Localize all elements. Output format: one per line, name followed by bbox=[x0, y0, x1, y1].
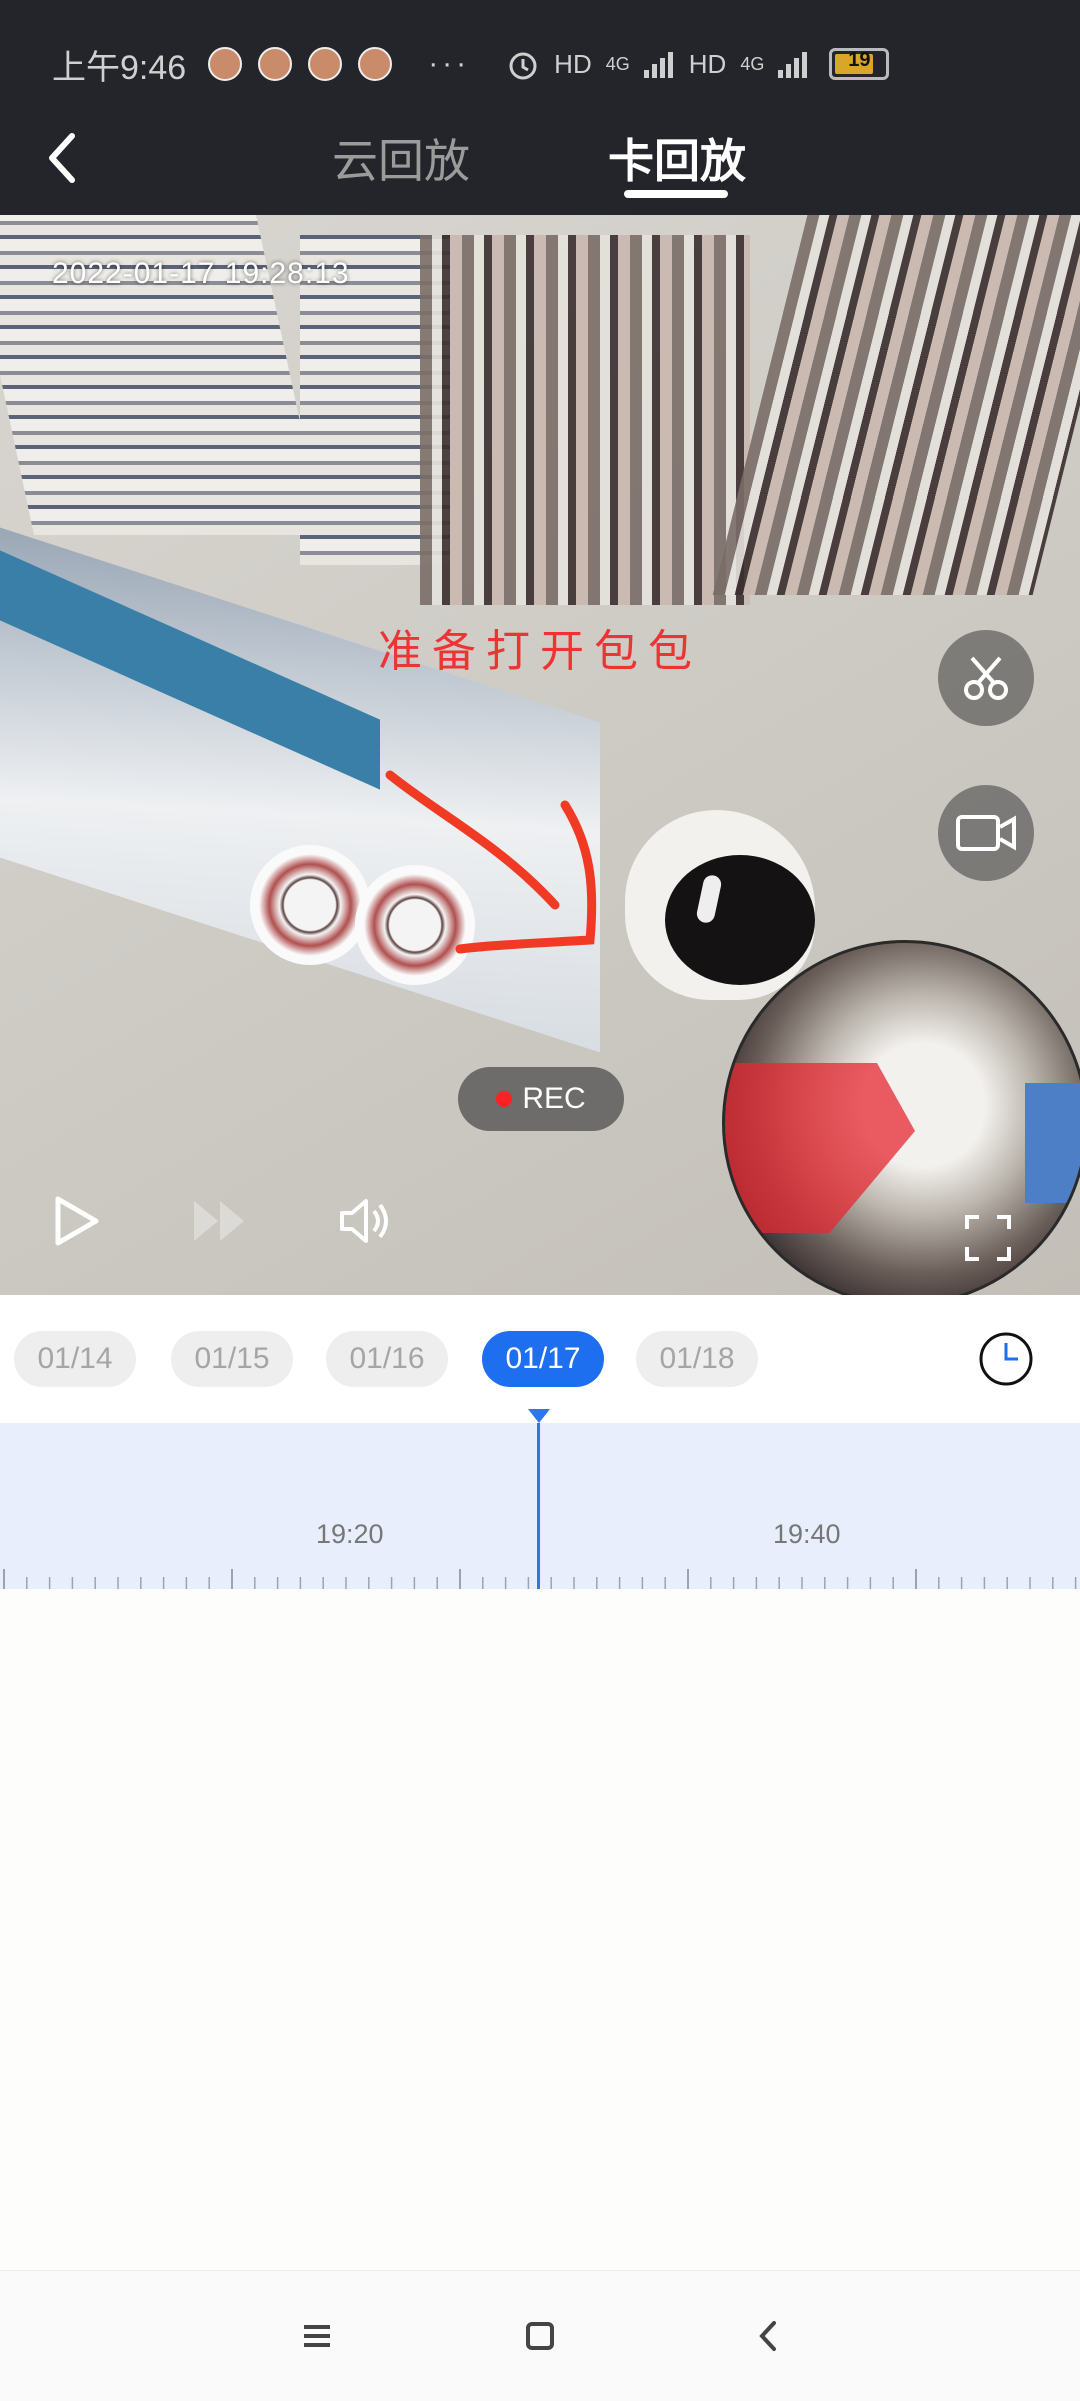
timeline-label: 19:20 bbox=[316, 1519, 384, 1549]
date-chip[interactable]: 01/16 bbox=[326, 1331, 448, 1387]
annotation-arrow bbox=[385, 770, 597, 954]
date-chip[interactable]: 01/14 bbox=[14, 1331, 136, 1387]
notification-icon bbox=[258, 47, 293, 81]
video-timestamp: 2022-01-17 19:28:13 bbox=[52, 257, 350, 290]
record-video-button[interactable] bbox=[938, 785, 1034, 881]
rec-badge: REC bbox=[458, 1067, 624, 1131]
active-tab-indicator bbox=[624, 190, 728, 198]
network-type-icon: 4G bbox=[605, 53, 630, 74]
fullscreen-icon[interactable] bbox=[963, 1213, 1013, 1263]
fisheye-minimap[interactable] bbox=[722, 940, 1080, 1295]
system-nav-bar bbox=[0, 2270, 1080, 2401]
view-region-highlight bbox=[725, 1063, 915, 1233]
clip-button[interactable] bbox=[938, 630, 1034, 726]
tab-card-playback[interactable]: 卡回放 bbox=[608, 125, 746, 191]
alarm-icon bbox=[509, 52, 537, 80]
annotation-text: 准备打开包包 bbox=[378, 626, 702, 677]
video-person-hair bbox=[665, 855, 815, 985]
video-shelf bbox=[420, 235, 750, 605]
fast-forward-icon[interactable] bbox=[190, 1195, 250, 1247]
signal-icon bbox=[778, 50, 808, 78]
app-header: 上午9:46 ··· HD 4G HD 4G 19 云回放 卡回放 bbox=[0, 0, 1080, 215]
date-chip-selected[interactable]: 01/17 bbox=[482, 1331, 604, 1387]
date-chip[interactable]: 01/18 bbox=[636, 1331, 758, 1387]
rec-dot-icon bbox=[496, 1091, 513, 1107]
timeline-cursor[interactable] bbox=[537, 1423, 540, 1589]
scissors-icon bbox=[964, 656, 1008, 700]
signal-icon bbox=[643, 50, 673, 78]
date-selector: 01/14 01/15 01/16 01/17 01/18 bbox=[0, 1295, 1080, 1423]
video-camera-icon bbox=[956, 815, 1016, 851]
play-icon[interactable] bbox=[50, 1195, 102, 1247]
battery-icon: 19 bbox=[829, 48, 890, 80]
clock-icon[interactable] bbox=[978, 1331, 1034, 1387]
video-plate bbox=[250, 845, 370, 965]
video-player[interactable]: 2022-01-17 19:28:13 准备打开包包 REC bbox=[0, 215, 1080, 1295]
home-icon[interactable] bbox=[515, 2311, 565, 2361]
hd-icon: HD bbox=[554, 48, 592, 79]
timeline-label: 19:40 bbox=[773, 1519, 841, 1549]
recording-list-area bbox=[0, 1589, 1080, 2270]
more-notifications-icon: ··· bbox=[428, 47, 471, 80]
date-chip[interactable]: 01/15 bbox=[171, 1331, 293, 1387]
hd-icon: HD bbox=[688, 48, 727, 79]
notification-icon bbox=[208, 47, 243, 81]
status-bar: 上午9:46 ··· HD 4G HD 4G 19 bbox=[52, 36, 1028, 92]
timeline-cursor-handle[interactable] bbox=[528, 1409, 550, 1423]
status-time: 上午9:46 bbox=[52, 48, 187, 87]
back-nav-icon[interactable] bbox=[744, 2311, 794, 2361]
rec-label: REC bbox=[522, 1082, 586, 1115]
volume-icon[interactable] bbox=[336, 1195, 400, 1247]
fisheye-blue-area bbox=[1025, 1083, 1080, 1203]
battery-level: 19 bbox=[848, 49, 871, 71]
network-type-icon: 4G bbox=[740, 53, 765, 74]
playback-timeline[interactable]: 19:20 19:40 bbox=[0, 1409, 1080, 1589]
timeline-ticks bbox=[3, 1569, 1077, 1589]
notification-icon bbox=[358, 47, 393, 81]
menu-icon[interactable] bbox=[292, 2311, 342, 2361]
back-arrow-icon[interactable] bbox=[42, 128, 82, 188]
tab-cloud-playback[interactable]: 云回放 bbox=[332, 125, 470, 191]
notification-icon bbox=[308, 47, 343, 81]
